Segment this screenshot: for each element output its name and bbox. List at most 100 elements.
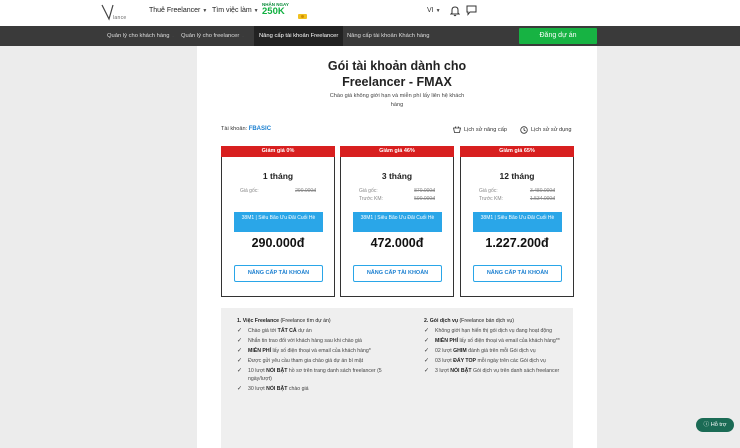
help-label: Hỗ trợ (710, 422, 727, 428)
basket-icon (453, 126, 461, 133)
feature-text: 02 lượt (435, 348, 454, 355)
plan-duration: 1 tháng (262, 171, 294, 181)
feature-highlight: NỔI BẬT (266, 385, 288, 392)
upgrade-history-link[interactable]: Lịch sử nâng cấp (453, 126, 507, 133)
feature-item: ✓ Nhắn tin trao đổi với khách hàng sau kh… (237, 338, 385, 346)
post-project-button[interactable]: Đăng dự án (519, 28, 597, 44)
feature-text: 03 lượt (435, 358, 454, 365)
feature-text: 3 lượt (435, 368, 451, 375)
subnav-upgrade-freelancer-label: Nâng cấp tài khoản Freelancer (259, 33, 339, 39)
feature-item: ✓ 30 lượt NỔI BẬT chào giá (237, 386, 385, 394)
original-price-label: Giá gốc: (240, 188, 259, 194)
feature-text: đánh giá trên mỗi Gói dịch vụ (466, 348, 536, 355)
main-panel: Gói tài khoản dành cho Freelancer - FMAX… (197, 46, 597, 448)
promo-banner[interactable]: NHẬN NGAY 250K (262, 2, 308, 24)
coupon-badge[interactable]: 38M1 | Siêu Bão Ưu Đãi Cuối Hè (353, 212, 442, 232)
pre-promo-price-value: 1.534.000đ (529, 196, 555, 202)
feature-text: Gói dịch vụ trên danh sách freelancer (471, 368, 560, 375)
nav-find-work-label: Tìm việc làm (212, 7, 252, 14)
original-price-label: Giá gốc: (359, 188, 378, 194)
original-price-row: Giá gốc: 3.480.000đ (479, 188, 555, 194)
page-title: Gói tài khoản dành cho Freelancer - FMAX (197, 58, 597, 90)
subnav-upgrade-client[interactable]: Nâng cấp tài khoản Khách hàng (347, 26, 430, 46)
feature-highlight: MIỄN PHÍ (435, 338, 459, 345)
feature-highlight: NỔI BẬT (450, 368, 472, 375)
page-title-line2: Freelancer - FMAX (342, 75, 452, 89)
check-icon: ✓ (424, 348, 430, 355)
feature-highlight: MIỄN PHÍ (248, 348, 272, 355)
usage-history-label: Lịch sử sử dụng (531, 127, 572, 133)
coupon-badge[interactable]: 38M1 | Siêu Bão Ưu Đãi Cuối Hè (473, 212, 562, 232)
page-subtitle: Chào giá không giới hạn và miễn phí lấy … (329, 93, 465, 108)
features-heading-bold: 1. Việc Freelance (237, 318, 280, 324)
money-icon (298, 14, 307, 19)
nav-hire-freelancer-label: Thuê Freelancer (149, 7, 201, 14)
subnav-upgrade-freelancer[interactable]: Nâng cấp tài khoản Freelancer (254, 26, 344, 46)
upgrade-account-button[interactable]: NÂNG CẤP TÀI KHOẢN (234, 265, 323, 282)
original-price-label: Giá gốc: (479, 188, 498, 194)
nav-hire-freelancer[interactable]: Thuê Freelancer ▼ (149, 7, 207, 14)
discount-badge: Giảm giá 65% (460, 146, 574, 157)
subnav-client-management[interactable]: Quản lý cho khách hàng ⌄ (107, 26, 175, 46)
final-price: 1.227.200đ (485, 236, 549, 250)
features-col-service-packages: 2. Gói dịch vụ (Freelance bán dịch vụ) ✓… (424, 318, 572, 378)
language-selector[interactable]: VI ▼ (427, 7, 441, 14)
features-heading: 1. Việc Freelance (Freelance tìm dự án) (237, 318, 385, 324)
check-icon: ✓ (424, 338, 430, 345)
top-header: lance Thuê Freelancer ▼ Tìm việc làm ▼ N… (0, 0, 740, 26)
page-title-line1: Gói tài khoản dành cho (327, 59, 467, 73)
features-heading: 2. Gói dịch vụ (Freelance bán dịch vụ) (424, 318, 572, 324)
account-value: FBASIC (248, 126, 272, 132)
check-icon: ✓ (237, 338, 243, 345)
upgrade-account-button[interactable]: NÂNG CẤP TÀI KHOẢN (353, 265, 442, 282)
chevron-down-icon: ⌄ (171, 33, 176, 39)
usage-history-link[interactable]: Lịch sử sử dụng (520, 126, 571, 134)
feature-text: lấy số điện thoại và email của khách hàn… (458, 338, 560, 345)
feature-item: ✓ Không giới hạn hiển thị gói dịch vụ đan… (424, 328, 572, 336)
feature-item: ✓ 03 lượt ĐẨY TOP mỗi ngày trên các Gói d… (424, 358, 572, 366)
feature-item: ✓ Được gửi yêu cầu tham gia chào giá dự á… (237, 358, 385, 366)
feature-highlight: ĐẨY TOP (453, 358, 476, 365)
check-icon: ✓ (237, 348, 243, 355)
original-price-row: Giá gốc: 870.000đ (359, 188, 435, 194)
plan-duration: 3 tháng (381, 171, 413, 181)
original-price-value: 290.000đ (295, 188, 316, 194)
final-price: 290.000đ (251, 236, 305, 250)
check-icon: ✓ (424, 358, 430, 365)
check-icon: ✓ (237, 368, 243, 375)
final-price: 472.000đ (370, 236, 424, 250)
nav-find-work[interactable]: Tìm việc làm ▼ (212, 7, 259, 14)
history-icon (520, 126, 528, 134)
chat-icon[interactable] (466, 5, 477, 16)
sub-navigation: Quản lý cho khách hàng ⌄ Quản lý cho fre… (0, 26, 740, 46)
subnav-freelancer-management-label: Quản lý cho freelancer (181, 33, 240, 39)
features-box: 1. Việc Freelance (Freelance tìm dự án) … (221, 308, 573, 448)
check-icon: ✓ (237, 328, 243, 334)
help-icon: ⓘ (703, 422, 710, 428)
feature-text: chào giá (287, 385, 309, 392)
account-info: Tài khoản: FBASIC (221, 126, 271, 132)
upgrade-account-button[interactable]: NÂNG CẤP TÀI KHOẢN (473, 265, 562, 282)
plan-card-3-months: Giảm giá 46% 3 tháng Giá gốc: 870.000đ T… (340, 146, 454, 297)
plan-duration: 12 tháng (499, 171, 535, 181)
language-label: VI (427, 7, 434, 14)
features-heading-rest: (Freelance tìm dự án) (279, 318, 331, 324)
subnav-freelancer-management[interactable]: Quản lý cho freelancer ⌄ (181, 26, 245, 46)
features-heading-rest: (Freelance bán dịch vụ) (458, 318, 514, 324)
feature-item: ✓ 10 lượt NỔI BẬT hồ sơ trên trang danh s… (237, 368, 385, 383)
plan-card-1-month: Giảm giá 0% 1 tháng Giá gốc: 290.000đ 38… (221, 146, 335, 297)
coupon-badge[interactable]: 38M1 | Siêu Bão Ưu Đãi Cuối Hè (234, 212, 323, 232)
bell-icon[interactable] (450, 5, 460, 17)
logo-text: lance (113, 15, 127, 21)
feature-text: 10 lượt (248, 368, 267, 375)
help-button[interactable]: ⓘ Hỗ trợ (696, 418, 734, 432)
feature-highlight: NỔI BẬT (266, 368, 288, 375)
chevron-down-icon: ▼ (202, 7, 208, 14)
feature-item: ✓ Chào giá tới TẤT CẢ dự án (237, 328, 385, 336)
upgrade-history-label: Lịch sử nâng cấp (464, 126, 507, 133)
feature-text: Chào giá tới (248, 328, 278, 334)
features-col-freelance-jobs: 1. Việc Freelance (Freelance tìm dự án) … (237, 318, 385, 396)
pre-promo-price-value: 590.000đ (414, 196, 435, 202)
original-price-row: Giá gốc: 290.000đ (240, 188, 316, 194)
feature-text: lấy số điện thoại và email của khách hàn… (271, 348, 371, 355)
